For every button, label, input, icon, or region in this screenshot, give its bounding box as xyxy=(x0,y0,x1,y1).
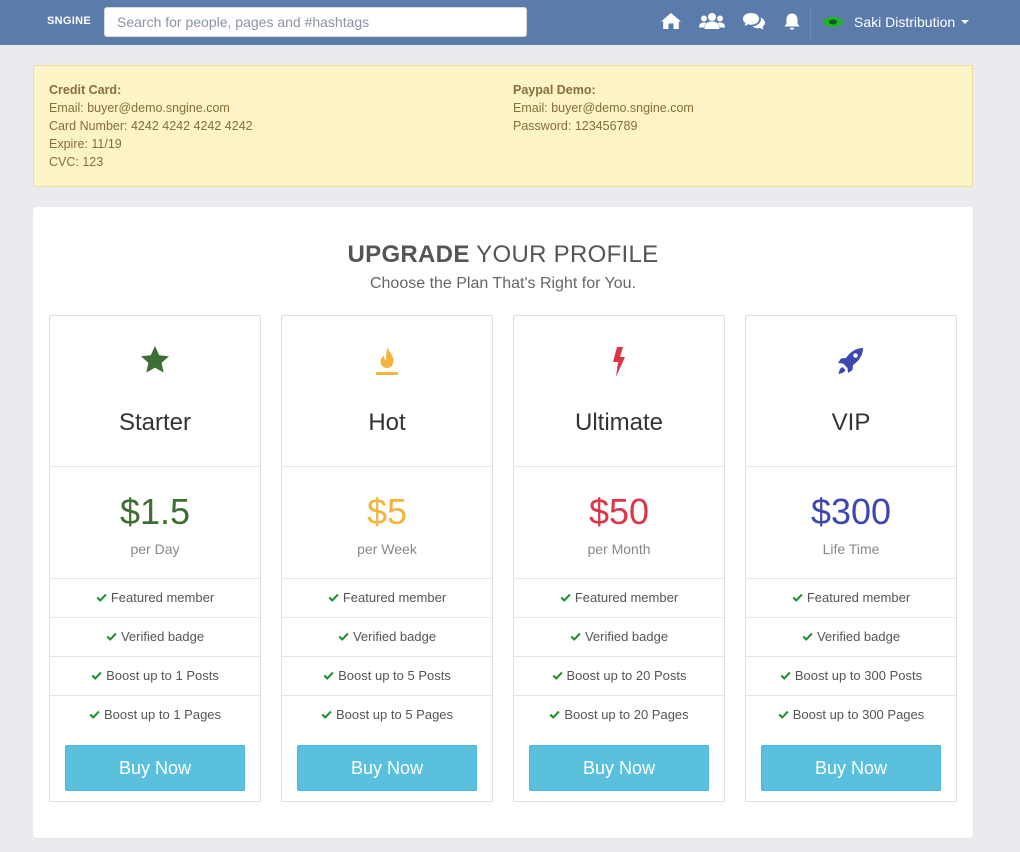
plan-feature: Verified badge xyxy=(50,618,260,656)
demo-payment-notice: Credit Card: Email: buyer@demo.sngine.co… xyxy=(33,65,973,187)
check-icon xyxy=(778,710,789,719)
rocket-icon xyxy=(746,344,956,382)
plan-period: per Day xyxy=(130,541,180,557)
paypal-title: Paypal Demo: xyxy=(513,83,596,97)
plan-card-starter: Starter $1.5 per Day Featured member Ver… xyxy=(49,315,261,802)
page-subtitle: Choose the Plan That's Right for You. xyxy=(369,275,637,292)
plan-feature: Verified badge xyxy=(282,618,492,656)
search-input[interactable] xyxy=(104,7,527,37)
plan-price: $5 xyxy=(366,491,408,532)
fire-icon xyxy=(282,344,492,382)
check-icon xyxy=(321,710,332,719)
check-icon xyxy=(802,632,813,641)
chevron-down-icon xyxy=(961,20,970,24)
plan-card-ultimate: Ultimate $50 per Month Featured member V… xyxy=(513,315,725,802)
plan-card-vip: VIP $300 Life Time Featured member Verif… xyxy=(745,315,957,802)
plan-feature: Boost up to 20 Posts xyxy=(514,657,724,695)
check-icon xyxy=(792,593,803,602)
credit-card-cvc: CVC: 123 xyxy=(49,155,104,169)
credit-card-title: Credit Card: xyxy=(49,83,122,97)
paypal-demo-info: Paypal Demo: Email: buyer@demo.sngine.co… xyxy=(513,81,694,135)
plan-feature: Verified badge xyxy=(746,618,956,656)
plan-feature: Boost up to 300 Posts xyxy=(746,657,956,695)
check-icon xyxy=(91,671,102,680)
plan-feature: Boost up to 20 Pages xyxy=(514,696,724,734)
page-title: UPGRADE YOUR PROFILE xyxy=(0,241,1006,269)
check-icon xyxy=(780,671,791,680)
check-icon xyxy=(570,632,581,641)
plan-feature: Boost up to 1 Posts xyxy=(50,657,260,695)
plan-price: $300 xyxy=(810,491,892,532)
plan-feature: Boost up to 5 Posts xyxy=(282,657,492,695)
plan-feature: Featured member xyxy=(50,579,260,617)
plan-feature: Boost up to 5 Pages xyxy=(282,696,492,734)
plan-name: Hot xyxy=(368,409,406,436)
credit-card-expire: Expire: 11/19 xyxy=(49,137,122,151)
credit-card-number: Card Number: 4242 4242 4242 4242 xyxy=(49,119,253,133)
star-icon xyxy=(50,344,260,382)
buy-now-button-vip[interactable]: Buy Now xyxy=(761,745,941,791)
buy-now-button-ultimate[interactable]: Buy Now xyxy=(529,745,709,791)
plan-name: VIP xyxy=(831,409,871,436)
check-icon xyxy=(338,632,349,641)
page-title-rest: YOUR PROFILE xyxy=(469,241,659,268)
navbar-divider xyxy=(810,6,811,40)
plan-price: $1.5 xyxy=(119,491,191,532)
site-logo[interactable]: SNGINE xyxy=(47,15,91,27)
check-icon xyxy=(323,671,334,680)
buy-now-button-hot[interactable]: Buy Now xyxy=(297,745,477,791)
buy-now-button-starter[interactable]: Buy Now xyxy=(65,745,245,791)
plan-name: Ultimate xyxy=(574,409,664,436)
plan-feature: Featured member xyxy=(514,579,724,617)
plan-feature: Verified badge xyxy=(514,618,724,656)
plan-card-hot: Hot $5 per Week Featured member Verified… xyxy=(281,315,493,802)
credit-card-demo-info: Credit Card: Email: buyer@demo.sngine.co… xyxy=(49,81,253,171)
page-title-bold: UPGRADE xyxy=(347,241,470,268)
plan-name: Starter xyxy=(118,409,192,436)
plan-price: $50 xyxy=(588,491,650,532)
home-icon[interactable] xyxy=(658,9,684,33)
plan-feature: Boost up to 1 Pages xyxy=(50,696,260,734)
friends-icon[interactable] xyxy=(699,9,725,33)
user-menu[interactable]: Saki Distribution xyxy=(822,11,970,33)
check-icon xyxy=(560,593,571,602)
plan-feature: Featured member xyxy=(746,579,956,617)
top-navbar: SNGINE Saki Distribution xyxy=(0,0,1020,45)
plan-feature: Boost up to 300 Pages xyxy=(746,696,956,734)
check-icon xyxy=(96,593,107,602)
check-icon xyxy=(106,632,117,641)
plan-feature: Featured member xyxy=(282,579,492,617)
check-icon xyxy=(328,593,339,602)
check-icon xyxy=(552,671,563,680)
bolt-icon xyxy=(514,344,724,382)
paypal-email: Email: buyer@demo.sngine.com xyxy=(513,101,694,115)
user-avatar xyxy=(823,17,843,27)
check-icon xyxy=(89,710,100,719)
paypal-password: Password: 123456789 xyxy=(513,119,638,133)
plan-period: per Week xyxy=(357,541,417,557)
notifications-bell-icon[interactable] xyxy=(779,9,805,33)
user-name: Saki Distribution xyxy=(854,14,956,30)
check-icon xyxy=(549,710,560,719)
plan-period: Life Time xyxy=(822,541,880,557)
plan-period: per Month xyxy=(587,541,651,557)
credit-card-email: Email: buyer@demo.sngine.com xyxy=(49,101,230,115)
messages-icon[interactable] xyxy=(741,9,767,33)
